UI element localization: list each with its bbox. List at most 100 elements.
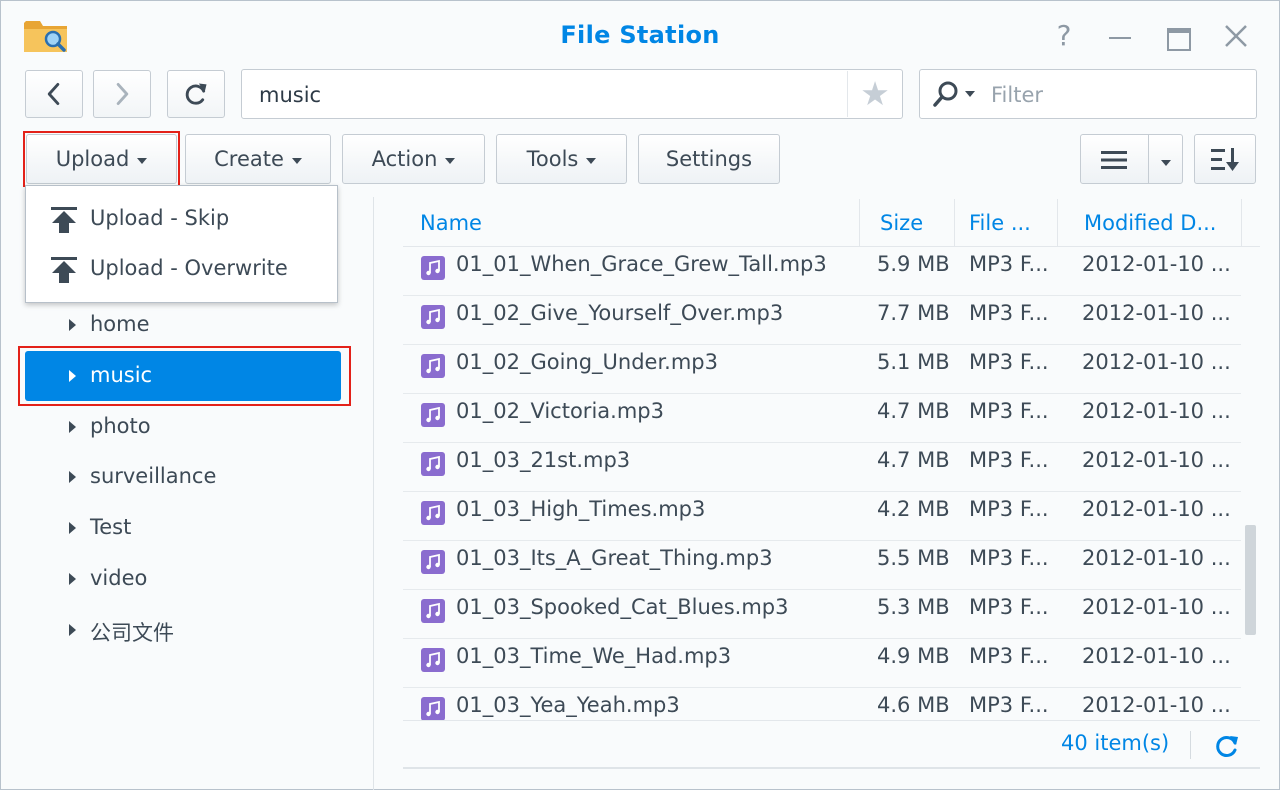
sidebar-item-label: photo — [90, 414, 151, 438]
view-mode-button[interactable] — [1080, 134, 1183, 184]
search-options-caret-icon[interactable] — [965, 91, 975, 97]
footer-divider — [403, 720, 1260, 721]
sidebar-item-home[interactable]: home — [25, 300, 341, 350]
file-modified: 2012-01-10 ... — [1082, 693, 1231, 717]
table-row[interactable]: 01_03_Time_We_Had.mp3 4.9 MB MP3 F... 20… — [403, 639, 1241, 688]
sort-button[interactable] — [1194, 134, 1256, 184]
footer-separator — [1190, 731, 1191, 759]
file-type: MP3 F... — [969, 546, 1049, 570]
file-name: 01_03_Spooked_Cat_Blues.mp3 — [456, 595, 789, 619]
view-button-divider — [1148, 135, 1149, 183]
file-type: MP3 F... — [969, 497, 1049, 521]
back-button[interactable] — [25, 70, 83, 118]
expand-arrow-icon[interactable] — [69, 624, 76, 636]
vertical-scrollbar[interactable] — [1245, 525, 1256, 635]
menu-item-upload-skip[interactable]: Upload - Skip — [26, 194, 337, 244]
column-header-name[interactable]: Name — [420, 211, 482, 235]
music-file-icon — [421, 697, 445, 721]
refresh-icon[interactable] — [1213, 732, 1241, 760]
table-row[interactable]: 01_03_21st.mp3 4.7 MB MP3 F... 2012-01-1… — [403, 443, 1241, 492]
sidebar-divider — [373, 197, 374, 790]
file-type: MP3 F... — [969, 350, 1049, 374]
close-button[interactable] — [1221, 21, 1251, 51]
menu-item-upload-overwrite[interactable]: Upload - Overwrite — [26, 244, 337, 294]
expand-arrow-icon[interactable] — [69, 319, 76, 331]
path-text: music — [259, 83, 322, 107]
settings-button-label: Settings — [665, 147, 753, 171]
expand-arrow-icon[interactable] — [69, 522, 76, 534]
file-type: MP3 F... — [969, 644, 1049, 668]
chevron-down-icon[interactable] — [1161, 160, 1171, 166]
sidebar-item-label: surveillance — [90, 464, 217, 488]
expand-arrow-icon[interactable] — [69, 471, 76, 483]
file-size: 5.1 MB — [877, 350, 950, 374]
minimize-button[interactable] — [1105, 21, 1135, 51]
column-header-file-type[interactable]: File ... — [969, 211, 1031, 235]
filter-input[interactable] — [991, 81, 1241, 109]
forward-button[interactable] — [93, 70, 151, 118]
file-type: MP3 F... — [969, 448, 1049, 472]
upload-highlight-box — [23, 131, 180, 187]
expand-arrow-icon[interactable] — [69, 421, 76, 433]
file-name: 01_03_21st.mp3 — [456, 448, 631, 472]
file-modified: 2012-01-10 ... — [1082, 252, 1231, 276]
file-size: 4.6 MB — [877, 693, 950, 717]
file-modified: 2012-01-10 ... — [1082, 399, 1231, 423]
column-header-modified-date[interactable]: Modified D... — [1084, 211, 1216, 235]
file-name: 01_02_Give_Yourself_Over.mp3 — [456, 301, 784, 325]
refresh-icon — [185, 83, 207, 105]
create-button[interactable]: Create — [185, 134, 331, 184]
chevron-left-icon — [47, 82, 60, 106]
table-row[interactable]: 01_03_Yea_Yeah.mp3 4.6 MB MP3 F... 2012-… — [403, 688, 1241, 721]
maximize-button[interactable] — [1163, 21, 1193, 51]
expand-arrow-icon[interactable] — [69, 573, 76, 585]
window-title: File Station — [560, 21, 720, 49]
table-row[interactable]: 01_03_High_Times.mp3 4.2 MB MP3 F... 201… — [403, 492, 1241, 541]
file-modified: 2012-01-10 ... — [1082, 644, 1231, 668]
sidebar-item-company-files[interactable]: 公司文件 — [25, 605, 341, 655]
path-bar[interactable]: music — [241, 69, 903, 119]
action-button[interactable]: Action — [342, 134, 485, 184]
item-count: 40 item(s) — [1061, 731, 1170, 755]
refresh-button[interactable] — [167, 70, 225, 118]
column-divider[interactable] — [859, 199, 860, 247]
table-row[interactable]: 01_03_Its_A_Great_Thing.mp3 5.5 MB MP3 F… — [403, 541, 1241, 590]
file-name: 01_02_Going_Under.mp3 — [456, 350, 718, 374]
settings-button[interactable]: Settings — [638, 134, 780, 184]
file-type: MP3 F... — [969, 595, 1049, 619]
column-header-size[interactable]: Size — [880, 211, 923, 235]
column-divider[interactable] — [1241, 199, 1242, 247]
table-row[interactable]: 01_02_Give_Yourself_Over.mp3 7.7 MB MP3 … — [403, 296, 1241, 345]
sidebar-item-surveillance[interactable]: surveillance — [25, 452, 341, 502]
column-divider[interactable] — [1057, 199, 1058, 247]
sidebar-item-photo[interactable]: photo — [25, 402, 341, 452]
file-size: 4.2 MB — [877, 497, 950, 521]
file-type: MP3 F... — [969, 301, 1049, 325]
file-type: MP3 F... — [969, 399, 1049, 423]
upload-dropdown-menu: Upload - Skip Upload - Overwrite — [25, 185, 338, 303]
search-icon[interactable] — [931, 79, 961, 109]
table-row[interactable]: 01_03_Spooked_Cat_Blues.mp3 5.3 MB MP3 F… — [403, 590, 1241, 639]
file-size: 4.7 MB — [877, 448, 950, 472]
tools-button[interactable]: Tools — [496, 134, 627, 184]
sidebar-item-test[interactable]: Test — [25, 503, 341, 553]
file-size: 5.3 MB — [877, 595, 950, 619]
music-file-icon — [421, 354, 445, 378]
table-row[interactable]: 01_02_Victoria.mp3 4.7 MB MP3 F... 2012-… — [403, 394, 1241, 443]
sidebar-item-video[interactable]: video — [25, 554, 341, 604]
star-icon[interactable]: ★ — [857, 77, 893, 111]
file-name: 01_02_Victoria.mp3 — [456, 399, 664, 423]
table-row[interactable]: 01_02_Going_Under.mp3 5.1 MB MP3 F... 20… — [403, 345, 1241, 394]
file-modified: 2012-01-10 ... — [1082, 350, 1231, 374]
create-button-label: Create — [214, 147, 284, 171]
action-button-label: Action — [371, 147, 438, 171]
help-button[interactable]: ? — [1049, 21, 1079, 51]
upload-icon — [51, 207, 77, 233]
column-divider[interactable] — [954, 199, 955, 247]
music-file-icon — [421, 403, 445, 427]
music-file-icon — [421, 501, 445, 525]
file-name: 01_03_High_Times.mp3 — [456, 497, 706, 521]
menu-item-label: Upload - Skip — [90, 206, 230, 230]
file-type: MP3 F... — [969, 252, 1049, 276]
table-row[interactable]: 01_01_When_Grace_Grew_Tall.mp3 5.9 MB MP… — [403, 247, 1241, 296]
